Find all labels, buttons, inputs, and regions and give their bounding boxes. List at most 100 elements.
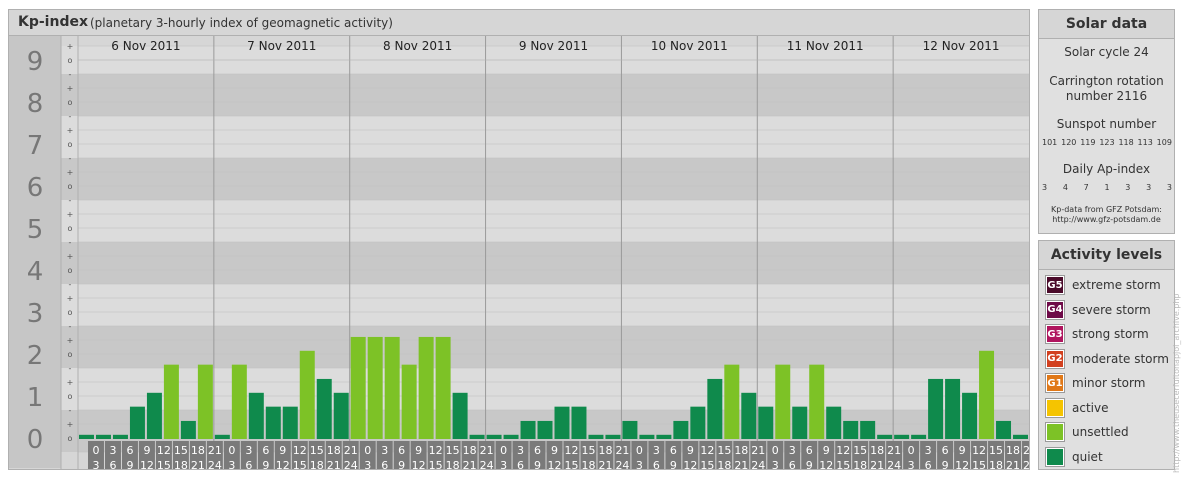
hour-start-label: 0 — [228, 444, 235, 457]
hour-end-label: 3 — [228, 459, 235, 469]
kp-subtick-label: + — [67, 84, 74, 93]
kp-subtick-label: + — [67, 420, 74, 429]
sunspot-label: Sunspot number — [1056, 117, 1157, 131]
kp-bar — [707, 378, 723, 439]
kp-bar — [265, 406, 281, 439]
sunspot-value: 118 — [1118, 138, 1134, 147]
kp-level-label: 7 — [27, 131, 44, 161]
hour-start-label: 15 — [174, 444, 188, 457]
hour-end-label: 12 — [140, 459, 154, 469]
kp-bar — [588, 434, 604, 439]
day-label: 6 Nov 2011 — [111, 39, 180, 53]
ap-value: 7 — [1083, 183, 1089, 192]
hour-end-label: 15 — [700, 459, 714, 469]
sunspot-value: 101 — [1042, 138, 1058, 147]
activity-levels-title: Activity levels — [1039, 241, 1174, 270]
hour-start-label: 9 — [823, 444, 830, 457]
legend-item: G3 strong storm — [1045, 324, 1149, 344]
kp-bar — [197, 364, 213, 439]
legend-item: G4 severe storm — [1045, 299, 1151, 320]
hour-start-label: 21 — [615, 444, 629, 457]
kp-bar — [435, 336, 451, 439]
kp-band — [9, 326, 1029, 368]
credit-link[interactable]: http://www.gfz-potsdam.de — [1039, 215, 1174, 225]
hour-start-label: 3 — [245, 444, 252, 457]
kp-bar — [809, 364, 825, 439]
kp-level-label: 2 — [27, 341, 44, 371]
hour-start-label: 21 — [887, 444, 901, 457]
vertical-credit: http://www.theusecerfultonapjoi_archive.… — [1172, 293, 1181, 473]
hour-end-label: 24 — [1023, 459, 1029, 469]
legend-swatch — [1045, 422, 1065, 442]
legend-item: quiet — [1045, 446, 1103, 467]
hour-end-label: 21 — [734, 459, 748, 469]
kp-bar — [741, 392, 757, 439]
hour-end-label: 6 — [381, 459, 388, 469]
kp-bar — [911, 434, 927, 439]
hour-start-label: 12 — [836, 444, 850, 457]
hour-end-label: 15 — [972, 459, 986, 469]
kp-subtick-label: o — [68, 392, 73, 401]
hour-start-label: 3 — [381, 444, 388, 457]
kp-subtick-label: + — [67, 294, 74, 303]
hour-end-label: 6 — [109, 459, 116, 469]
hour-start-label: 15 — [310, 444, 324, 457]
kp-bar — [299, 350, 315, 439]
hour-start-label: 9 — [415, 444, 422, 457]
hour-end-label: 6 — [925, 459, 932, 469]
kp-level-label: 4 — [27, 257, 44, 287]
kp-bar — [520, 420, 536, 439]
hour-start-label: 12 — [972, 444, 986, 457]
legend-item: active — [1045, 397, 1109, 418]
kp-subtick-label: o — [68, 308, 73, 317]
kp-bar — [656, 434, 672, 439]
kp-subtick-label: - — [69, 280, 72, 289]
hour-start-label: 0 — [364, 444, 371, 457]
hour-start-label: 21 — [344, 444, 358, 457]
solar-data-panel: Solar data Solar cycle 24 Carrington rot… — [1038, 9, 1175, 234]
kp-band — [9, 116, 1029, 158]
legend-label: strong storm — [1072, 327, 1149, 341]
kp-bar — [996, 420, 1012, 439]
hour-start-label: 3 — [925, 444, 932, 457]
hour-end-label: 3 — [772, 459, 779, 469]
hour-end-label: 3 — [500, 459, 507, 469]
legend-label: moderate storm — [1072, 351, 1169, 366]
kp-bar — [248, 392, 264, 439]
kp-bar — [333, 392, 349, 439]
hour-end-label: 21 — [598, 459, 612, 469]
kp-bar — [503, 434, 519, 439]
kp-level-label: 9 — [27, 47, 44, 77]
kp-bar — [469, 434, 485, 439]
hour-start-label: 0 — [772, 444, 779, 457]
legend-label: active — [1072, 400, 1109, 415]
carrington-line1: Carrington rotation — [1049, 74, 1164, 88]
hour-end-label: 6 — [789, 459, 796, 469]
hour-end-label: 18 — [989, 459, 1003, 469]
kp-subtick-label: o — [68, 140, 73, 149]
hour-start-label: 15 — [989, 444, 1003, 457]
hour-end-label: 9 — [806, 459, 813, 469]
kp-chart-panel: Kp-index (planetary 3-hourly index of ge… — [8, 9, 1030, 470]
kp-bar — [826, 406, 842, 439]
hour-start-label: 12 — [293, 444, 307, 457]
solar-data-title: Solar data — [1039, 10, 1174, 39]
hour-start-label: 0 — [908, 444, 915, 457]
hour-end-label: 15 — [157, 459, 171, 469]
hour-end-label: 9 — [534, 459, 541, 469]
kp-subtick-label: + — [67, 252, 74, 261]
hour-end-label: 12 — [548, 459, 562, 469]
hour-end-label: 9 — [942, 459, 949, 469]
hour-end-label: 21 — [327, 459, 341, 469]
hour-start-label: 18 — [463, 444, 477, 457]
hour-start-label: 0 — [500, 444, 507, 457]
hour-end-label: 3 — [364, 459, 371, 469]
hour-end-label: 24 — [344, 459, 358, 469]
hour-start-label: 12 — [429, 444, 443, 457]
hour-end-label: 18 — [853, 459, 867, 469]
kp-bar — [350, 336, 366, 439]
kp-bar — [214, 434, 230, 439]
hour-start-label: 21 — [1023, 444, 1029, 457]
kp-subtick-label: + — [67, 210, 74, 219]
kp-subtick-label: - — [69, 406, 72, 415]
